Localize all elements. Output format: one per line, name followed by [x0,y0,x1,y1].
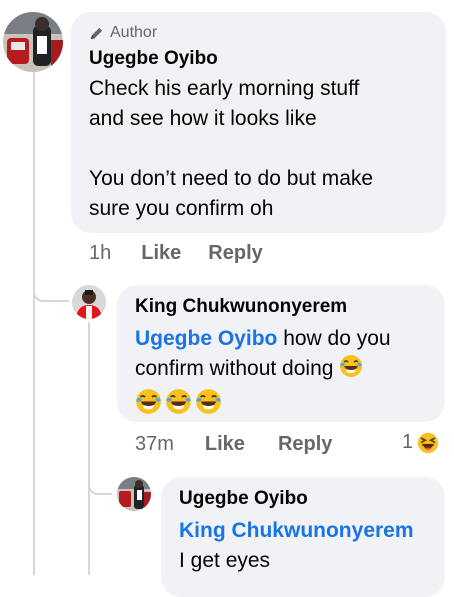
comment-text-line: You don’t need to do but make [89,167,374,190]
laughing-emoji-icon [418,432,439,453]
pencil-icon [90,27,103,39]
comment-actions: 1h Like Reply [89,242,263,265]
timestamp[interactable]: 1h [89,242,111,265]
tears-of-joy-icon [135,388,162,424]
author-badge-label: Author [110,24,158,41]
author-badge: Author [89,24,157,42]
comment-author-name[interactable]: King Chukwunonyerem [135,296,347,318]
comment-text: Check his early morning stuff and see ho… [89,74,439,224]
thread-curve-reply-1 [33,270,69,302]
comment-text-line: I get eyes [179,549,271,572]
comment-author-name[interactable]: Ugegbe Oyibo [89,48,218,70]
avatar[interactable] [117,477,151,511]
thread-line-main [33,72,35,575]
comment-text: King Chukwunonyerem I get eyes [179,516,444,576]
comment-text-line: Check his early morning stuff [89,77,360,100]
comment-text: Ugegbe Oyibo how do you confirm without … [135,324,440,424]
comment-text-line: sure you confirm oh [89,197,274,220]
comment-text-line: how do you [277,327,391,350]
avatar[interactable] [3,12,63,72]
timestamp[interactable]: 37m [135,433,174,456]
avatar[interactable] [72,285,106,319]
tears-of-joy-icon [339,354,363,387]
tears-of-joy-icon [165,388,192,424]
mention-link[interactable]: Ugegbe Oyibo [135,327,277,350]
thread-line-reply [88,322,90,575]
reply-button[interactable]: Reply [278,433,332,456]
comment-text-line: and see how it looks like [89,107,317,130]
comment-text-line: confirm without doing [135,357,334,380]
mention-link[interactable]: King Chukwunonyerem [179,519,414,542]
tears-of-joy-icon [195,388,222,424]
reply-button[interactable]: Reply [208,242,262,265]
thread-curve-reply-2 [88,465,112,495]
comment-author-name[interactable]: Ugegbe Oyibo [179,488,308,510]
like-button[interactable]: Like [141,242,181,265]
like-button[interactable]: Like [205,433,245,456]
reaction-summary[interactable]: 1 [402,431,439,454]
reaction-count: 1 [402,431,414,453]
comment-actions: 37m Like Reply [135,433,332,456]
